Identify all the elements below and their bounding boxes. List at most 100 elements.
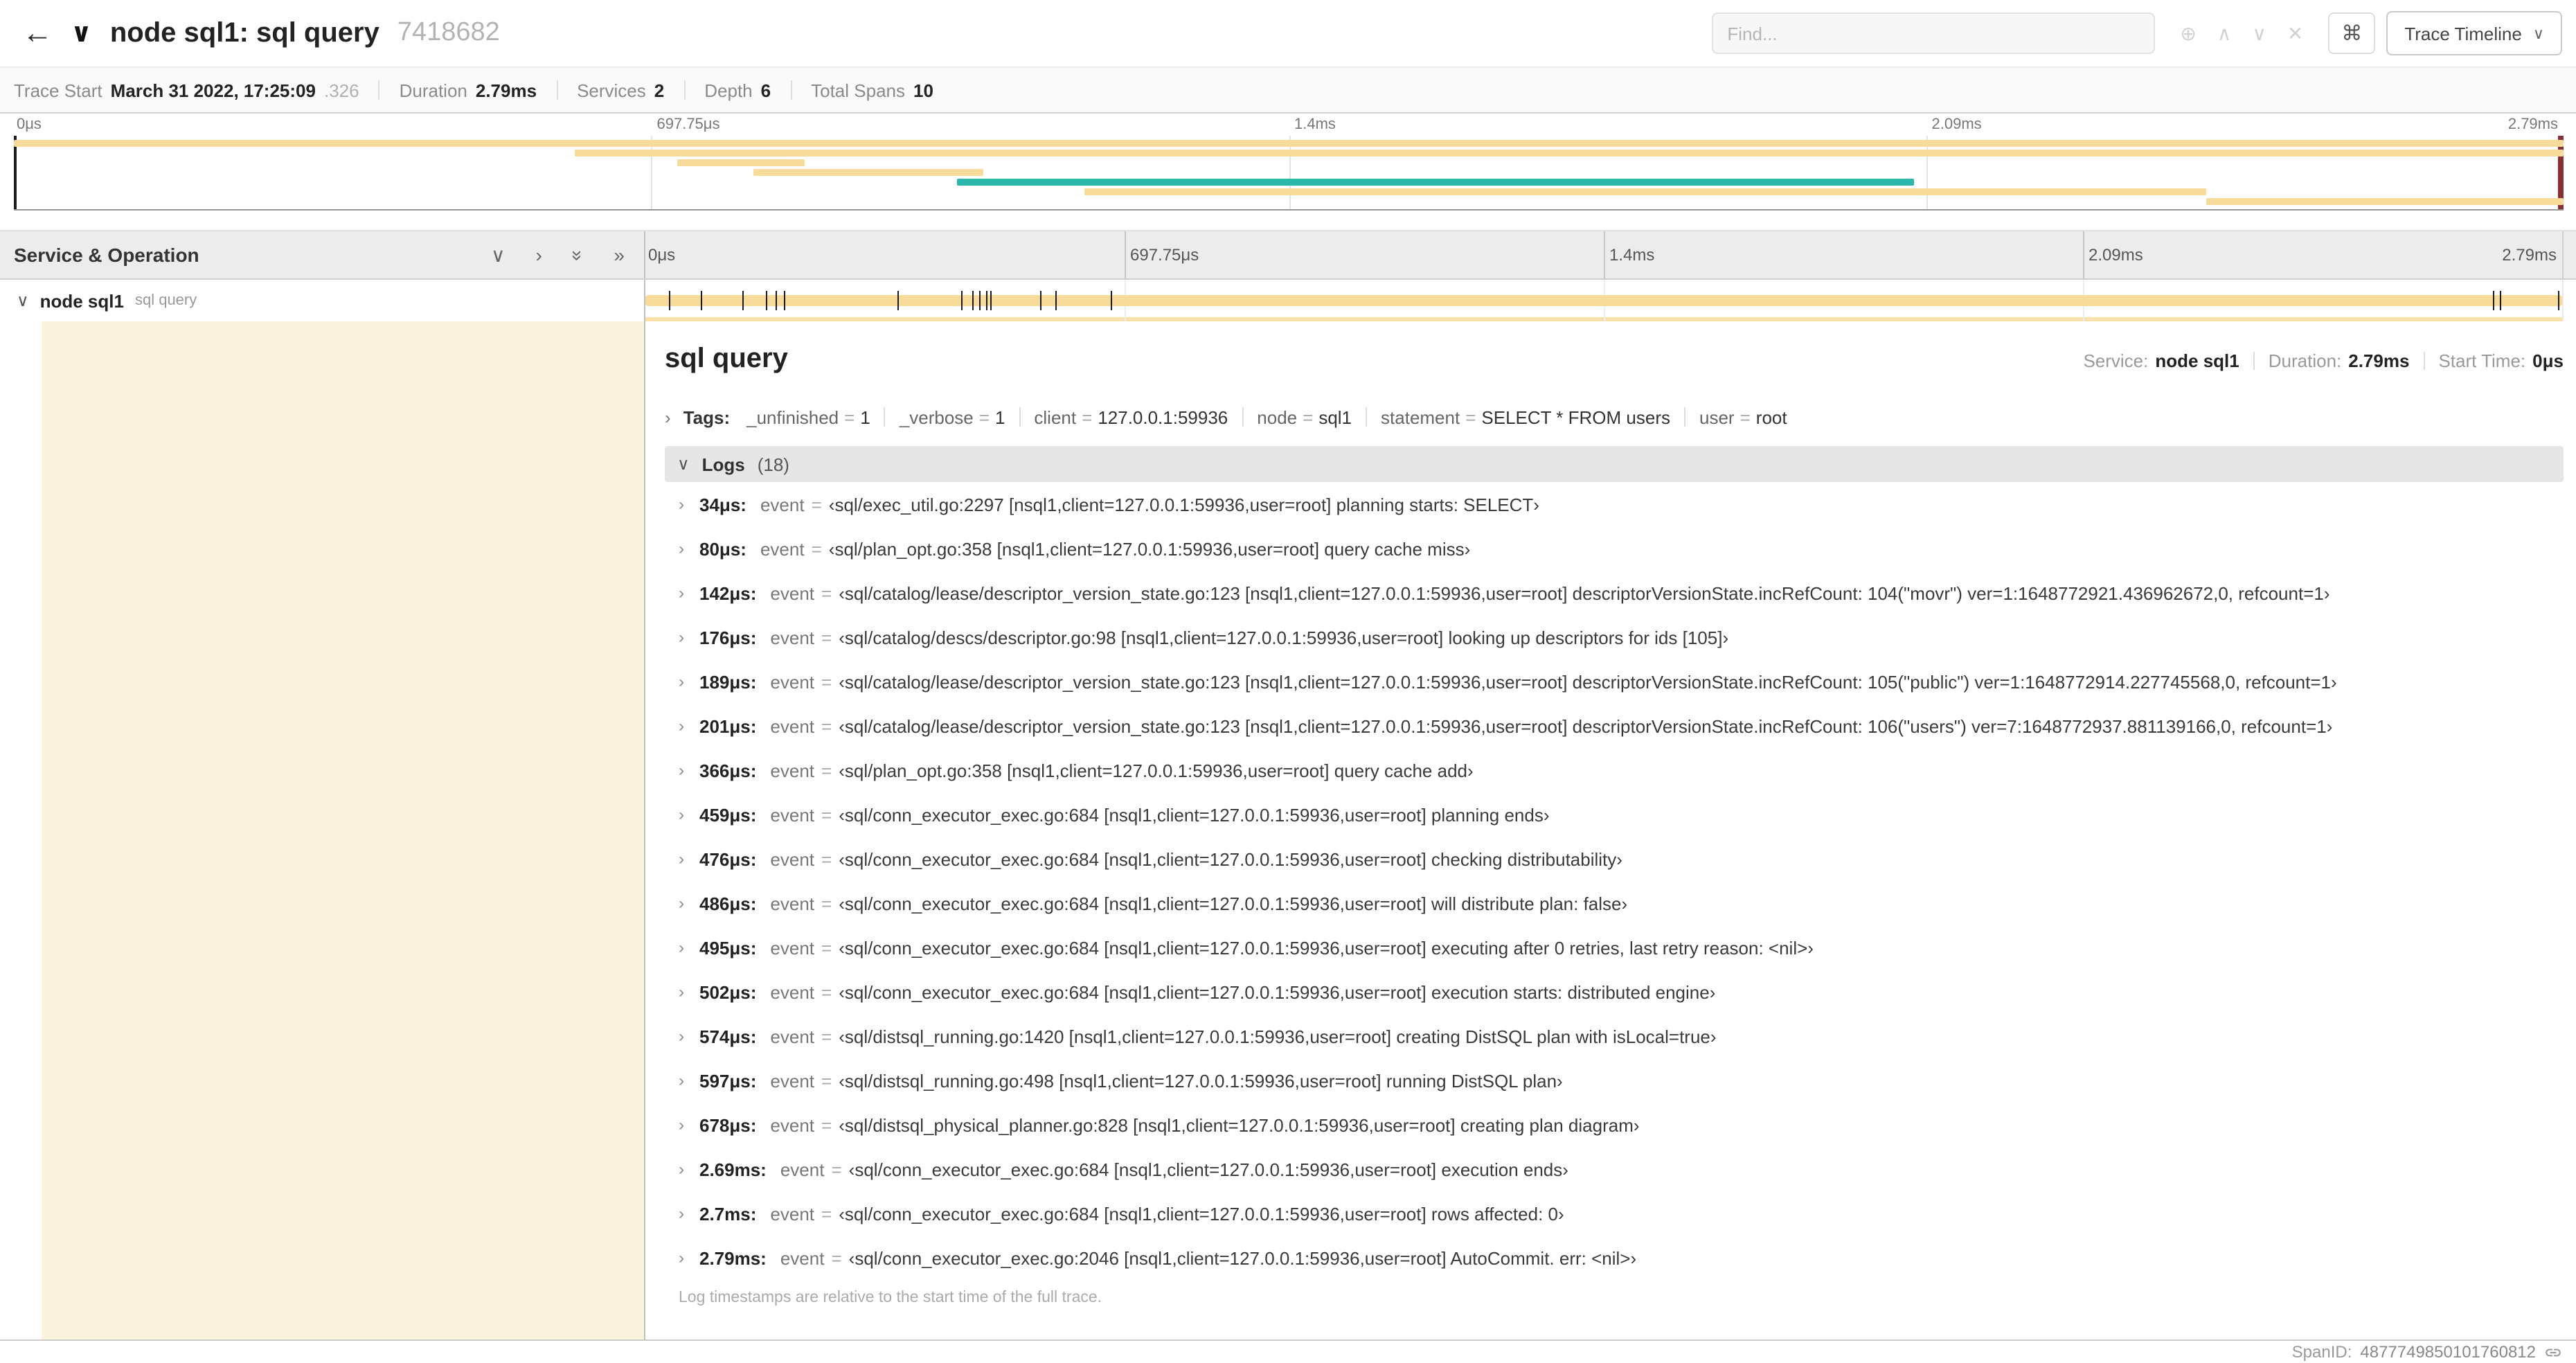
log-row[interactable]: › 2.79ms: event = ‹sql/conn_executor_exec.go…: [665, 1236, 2564, 1280]
back-icon[interactable]: ←: [22, 15, 53, 51]
page-footer: SpanID: 4877749850101760812: [0, 1341, 2576, 1363]
prev-match-icon[interactable]: ∧: [2217, 21, 2232, 45]
chevron-right-icon[interactable]: ›: [679, 672, 699, 691]
chevron-right-icon[interactable]: ›: [679, 583, 699, 603]
log-row[interactable]: › 502μs: event = ‹sql/conn_executor_exec.go:…: [665, 970, 2564, 1014]
log-marker: [766, 291, 768, 310]
chevron-right-icon[interactable]: ›: [679, 982, 699, 1001]
chevron-right-icon[interactable]: ›: [679, 1248, 699, 1267]
span-row[interactable]: ∨ node sql1 sql query: [0, 280, 2576, 321]
log-row[interactable]: › 2.69ms: event = ‹sql/conn_executor_exec.go…: [665, 1147, 2564, 1191]
log-row[interactable]: › 176μs: event = ‹sql/catalog/descs/descript…: [665, 615, 2564, 659]
tag-divider: [884, 407, 886, 427]
log-row[interactable]: › 678μs: event = ‹sql/distsql_physical_plann…: [665, 1103, 2564, 1147]
link-icon[interactable]: [2544, 1343, 2562, 1361]
span-expander-icon[interactable]: ∨: [17, 291, 29, 310]
equals-sign: =: [821, 1203, 832, 1224]
tick-label: 2.09ms: [1931, 116, 1982, 133]
trace-collapse-toggle-icon[interactable]: ∨: [71, 17, 92, 49]
minimap-canvas[interactable]: [14, 136, 2564, 211]
summary-item-label: Total Spans: [811, 80, 905, 100]
chevron-down-icon[interactable]: ∨: [677, 454, 690, 474]
find-input[interactable]: [1712, 12, 2156, 54]
summary-item-label: Depth: [704, 80, 753, 100]
summary-item-suffix: .326: [323, 80, 359, 100]
log-row[interactable]: › 189μs: event = ‹sql/catalog/lease/descript…: [665, 659, 2564, 704]
equals-sign: =: [821, 582, 832, 603]
log-row[interactable]: › 574μs: event = ‹sql/distsql_running.go:142…: [665, 1014, 2564, 1058]
span-detail-header: sql query Service: node sql1 Duration: 2.79…: [665, 335, 2564, 391]
equals-sign: =: [1465, 407, 1476, 427]
log-field-value: ‹sql/conn_executor_exec.go:2046 [nsql1,c…: [848, 1247, 1637, 1268]
tag-value: SELECT * FROM users: [1481, 407, 1670, 427]
chevron-right-icon[interactable]: ›: [679, 893, 699, 913]
log-row[interactable]: › 486μs: event = ‹sql/conn_executor_exec.go:…: [665, 881, 2564, 925]
keyboard-shortcuts-button[interactable]: ⌘: [2328, 12, 2376, 54]
chevron-right-icon[interactable]: ›: [679, 716, 699, 736]
span-row-track[interactable]: [645, 280, 2564, 321]
log-row[interactable]: › 597μs: event = ‹sql/distsql_running.go:498…: [665, 1058, 2564, 1103]
minimap-span-bar: [677, 159, 805, 166]
overview-item-value: node sql1: [2155, 350, 2239, 371]
chevron-right-icon[interactable]: ›: [679, 1115, 699, 1134]
expand-one-icon[interactable]: ›: [535, 243, 542, 267]
log-row[interactable]: › 476μs: event = ‹sql/conn_executor_exec.go:…: [665, 837, 2564, 881]
chevron-right-icon[interactable]: ›: [679, 539, 699, 558]
log-field-key: event: [770, 848, 815, 869]
log-marker: [990, 291, 992, 310]
log-row[interactable]: › 201μs: event = ‹sql/catalog/lease/descript…: [665, 704, 2564, 748]
grid-line: [1604, 231, 1605, 278]
chevron-right-icon[interactable]: ›: [679, 1159, 699, 1179]
trace-id: 7418682: [397, 18, 500, 47]
log-field-key: event: [770, 981, 815, 1002]
chevron-right-icon[interactable]: ›: [679, 849, 699, 868]
chevron-right-icon[interactable]: ›: [665, 407, 671, 427]
chevron-right-icon[interactable]: ›: [679, 1071, 699, 1090]
tick-label: 2.79ms: [2502, 245, 2557, 265]
summary-divider: [683, 80, 686, 100]
log-row[interactable]: › 495μs: event = ‹sql/conn_executor_exec.go:…: [665, 925, 2564, 970]
chevron-right-icon[interactable]: ›: [679, 760, 699, 780]
collapse-all-icon[interactable]: »: [566, 249, 590, 260]
tag-key: _unfinished: [746, 407, 839, 427]
log-field-value: ‹sql/conn_executor_exec.go:684 [nsql1,cl…: [848, 1159, 1568, 1179]
summary-item-value: 10: [913, 80, 933, 100]
tags-row[interactable]: › Tags: _unfinished = 1 _verbose = 1 client = 12…: [665, 396, 2564, 438]
chevron-right-icon[interactable]: ›: [679, 495, 699, 514]
logs-header[interactable]: ∨ Logs (18): [665, 446, 2564, 482]
chevron-right-icon[interactable]: ›: [679, 805, 699, 824]
grid-line: [1125, 231, 1126, 278]
clear-find-icon[interactable]: ✕: [2287, 21, 2303, 45]
span-row-name-cell[interactable]: ∨ node sql1 sql query: [0, 280, 645, 321]
log-marker: [2500, 291, 2502, 310]
tick-label: 2.09ms: [2088, 245, 2143, 265]
next-match-icon[interactable]: ∨: [2252, 21, 2266, 45]
equals-sign: =: [821, 848, 832, 869]
expand-all-icon[interactable]: »: [614, 243, 625, 267]
tag-divider: [1366, 407, 1368, 427]
chevron-right-icon[interactable]: ›: [679, 627, 699, 647]
tag-value: 127.0.0.1:59936: [1098, 407, 1228, 427]
log-row[interactable]: › 80μs: event = ‹sql/plan_opt.go:358 [nsql1,…: [665, 526, 2564, 571]
collapse-one-icon[interactable]: ∨: [491, 243, 506, 267]
log-field-key: event: [770, 582, 815, 603]
log-row[interactable]: › 34μs: event = ‹sql/exec_util.go:2297 [nsql…: [665, 482, 2564, 526]
log-field-key: event: [770, 937, 815, 958]
log-row[interactable]: › 366μs: event = ‹sql/plan_opt.go:358 [nsql1…: [665, 748, 2564, 792]
tag-item: client = 127.0.0.1:59936: [1034, 407, 1228, 427]
chevron-right-icon[interactable]: ›: [679, 938, 699, 957]
view-selector-button[interactable]: Trace Timeline ∨: [2386, 11, 2562, 55]
tag-key: user: [1699, 407, 1735, 427]
span-bar[interactable]: [645, 295, 2562, 306]
log-row[interactable]: › 142μs: event = ‹sql/catalog/lease/descript…: [665, 571, 2564, 615]
zoom-to-match-icon[interactable]: ⊕: [2180, 21, 2196, 45]
chevron-right-icon[interactable]: ›: [679, 1026, 699, 1046]
equals-sign: =: [821, 1026, 832, 1046]
tick-label: 1.4ms: [1609, 245, 1655, 265]
app-root: ← ∨ node sql1: sql query 7418682 ⊕ ∧ ∨ ✕ ⌘ …: [0, 0, 2576, 1363]
chevron-right-icon[interactable]: ›: [679, 1204, 699, 1223]
log-row[interactable]: › 2.7ms: event = ‹sql/conn_executor_exec.go:…: [665, 1191, 2564, 1236]
log-marker: [1039, 291, 1041, 310]
log-field-value: ‹sql/distsql_running.go:1420 [nsql1,clie…: [839, 1026, 1717, 1046]
log-row[interactable]: › 459μs: event = ‹sql/conn_executor_exec.go:…: [665, 792, 2564, 837]
